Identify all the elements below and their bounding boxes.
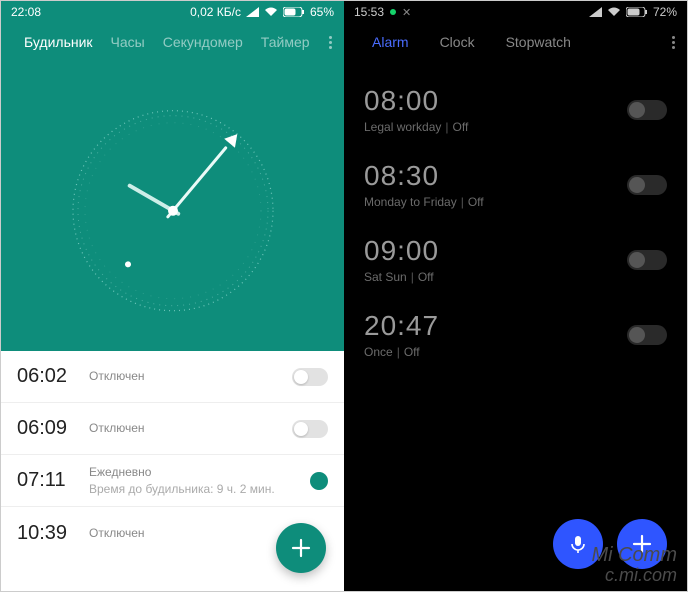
battery-icon [283, 7, 305, 17]
tab-clock[interactable]: Clock [418, 34, 497, 50]
alarm-label: Отключен [89, 420, 292, 436]
alarm-row[interactable]: 08:30 Monday to Friday|Off [344, 148, 687, 223]
phone-dark: 15:53 ✕ 72% Alarm Clock Stopwatch 08:00 [344, 1, 687, 591]
status-bar: 15:53 ✕ 72% [344, 1, 687, 23]
status-right: 0,02 КБ/с 65% [190, 5, 334, 19]
phone-light: 22:08 0,02 КБ/с 65% Будильник Часы Секун… [1, 1, 344, 591]
alarm-list: 08:00 Legal workday|Off 08:30 Monday to … [344, 61, 687, 373]
alarm-toggle[interactable] [292, 368, 328, 386]
status-battery: 72% [653, 5, 677, 19]
overflow-menu-icon[interactable] [664, 36, 683, 49]
status-battery: 65% [310, 5, 334, 19]
alarm-toggle[interactable] [627, 250, 667, 270]
alarm-toggle[interactable] [310, 472, 328, 490]
tab-bar: Будильник Часы Секундомер Таймер [1, 23, 344, 61]
close-indicator-icon: ✕ [402, 6, 411, 19]
add-alarm-button[interactable] [276, 523, 326, 573]
alarm-desc: Once|Off [364, 345, 627, 359]
status-bar: 22:08 0,02 КБ/с 65% [1, 1, 344, 23]
alarm-time: 06:09 [17, 417, 89, 440]
status-time: 15:53 [354, 5, 384, 19]
alarm-toggle[interactable] [627, 100, 667, 120]
alarm-toggle[interactable] [292, 420, 328, 438]
alarm-row[interactable]: 06:02 Отключен [1, 351, 344, 403]
tab-stopwatch[interactable]: Stopwatch [497, 34, 580, 50]
wifi-icon [607, 7, 621, 17]
alarm-time: 08:30 [364, 160, 627, 192]
signal-icon [589, 7, 602, 17]
analog-clock [1, 61, 344, 351]
alarm-label: Ежедневно Время до будильника: 9 ч. 2 ми… [89, 464, 310, 496]
overflow-menu-icon[interactable] [321, 36, 340, 49]
recording-indicator-icon [390, 9, 396, 15]
alarm-toggle[interactable] [627, 175, 667, 195]
alarm-time: 10:39 [17, 522, 89, 545]
signal-icon [246, 7, 259, 17]
alarm-row[interactable]: 20:47 Once|Off [344, 298, 687, 373]
alarm-toggle[interactable] [627, 325, 667, 345]
plus-icon [631, 533, 653, 555]
alarm-time: 09:00 [364, 235, 627, 267]
alarm-time: 07:11 [17, 469, 89, 492]
alarm-desc: Monday to Friday|Off [364, 195, 627, 209]
status-time: 22:08 [11, 5, 41, 19]
alarm-label: Отключен [89, 368, 292, 384]
voice-button[interactable] [553, 519, 603, 569]
mic-icon [568, 534, 588, 554]
status-right: 72% [589, 5, 677, 19]
alarm-desc: Sat Sun|Off [364, 270, 627, 284]
tab-clock[interactable]: Часы [102, 34, 154, 50]
tab-stopwatch[interactable]: Секундомер [154, 34, 252, 50]
battery-icon [626, 7, 648, 17]
alarm-row[interactable]: 08:00 Legal workday|Off [344, 73, 687, 148]
alarm-desc: Legal workday|Off [364, 120, 627, 134]
alarm-row[interactable]: 07:11 Ежедневно Время до будильника: 9 ч… [1, 455, 344, 507]
alarm-row[interactable]: 06:09 Отключен [1, 403, 344, 455]
alarm-row[interactable]: 09:00 Sat Sun|Off [344, 223, 687, 298]
alarm-time: 06:02 [17, 365, 89, 388]
tab-bar: Alarm Clock Stopwatch [344, 23, 687, 61]
status-speed: 0,02 КБ/с [190, 5, 241, 19]
tab-timer[interactable]: Таймер [252, 34, 319, 50]
tab-alarm[interactable]: Будильник [15, 34, 102, 50]
wifi-icon [264, 7, 278, 17]
alarm-time: 08:00 [364, 85, 627, 117]
add-alarm-button[interactable] [617, 519, 667, 569]
tab-alarm[interactable]: Alarm [358, 34, 418, 50]
alarm-time: 20:47 [364, 310, 627, 342]
